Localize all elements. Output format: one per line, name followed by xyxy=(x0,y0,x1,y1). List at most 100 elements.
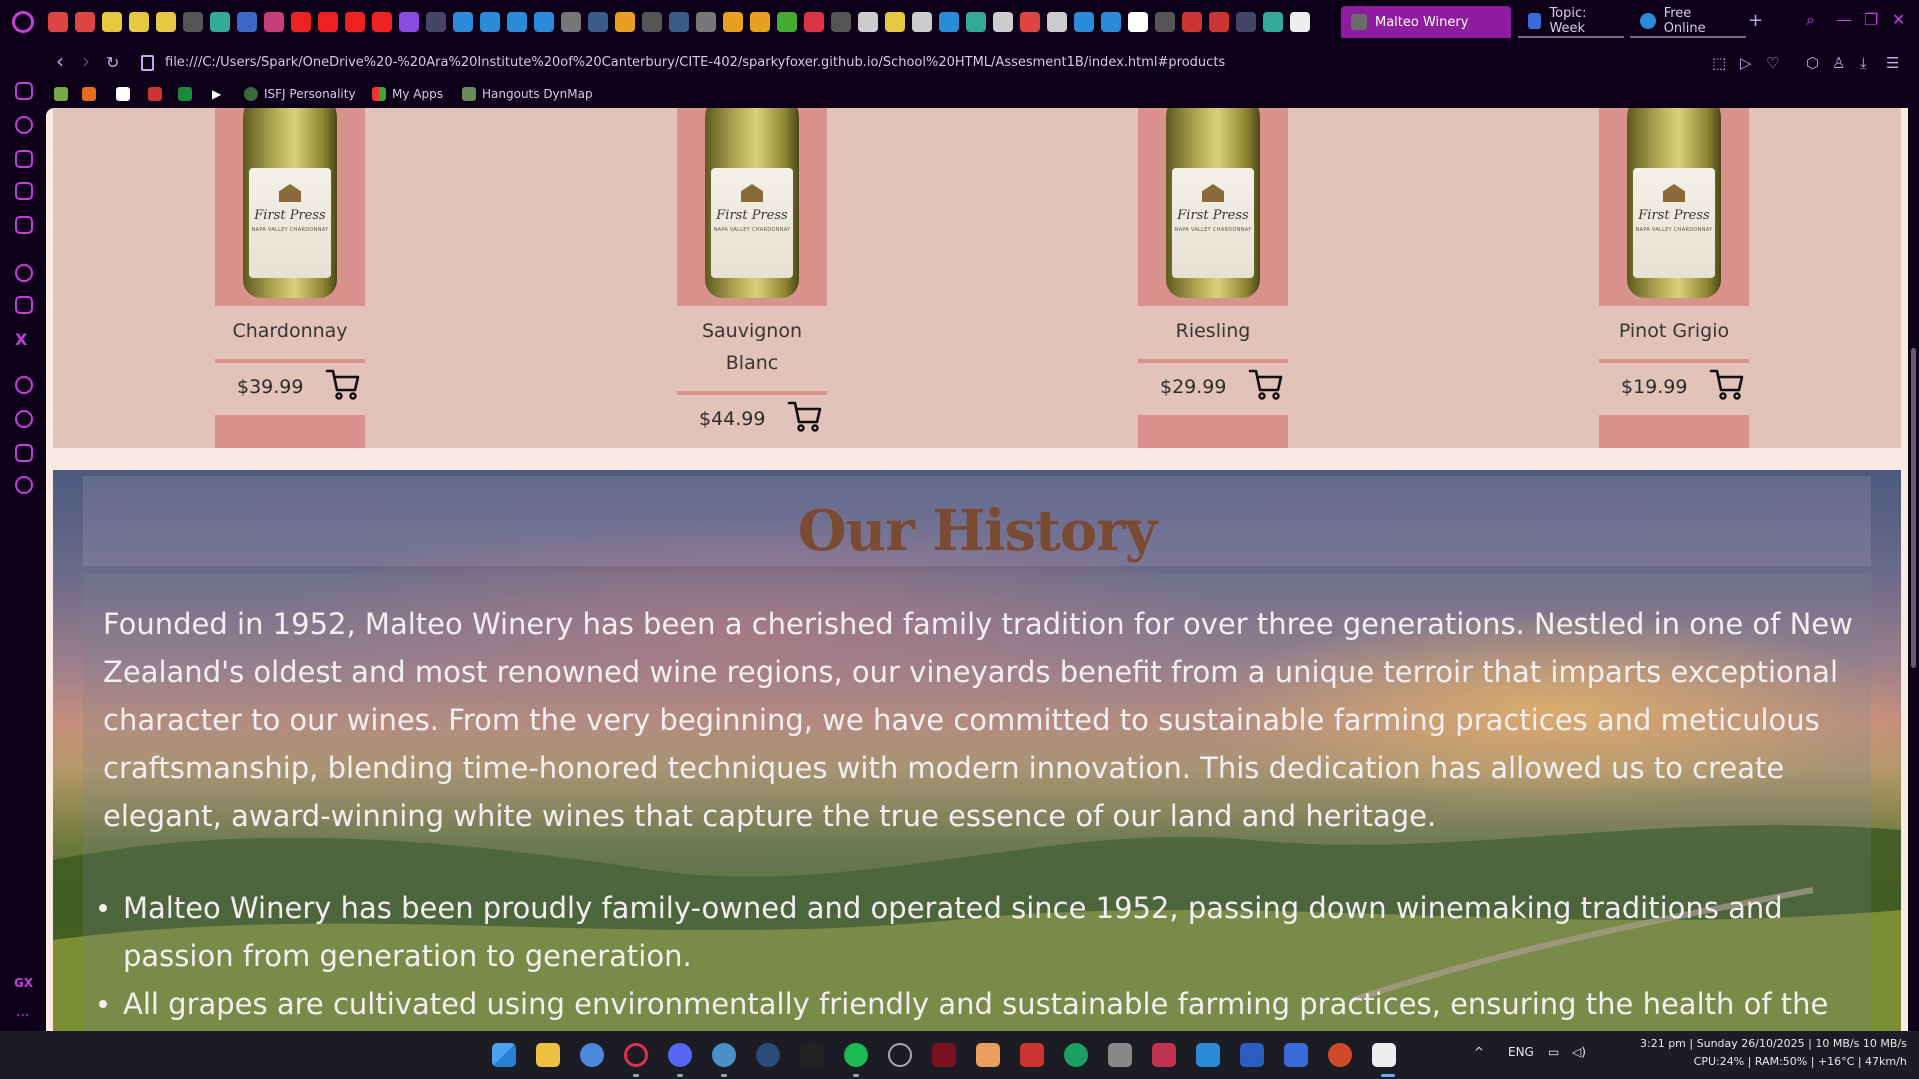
visio-icon[interactable] xyxy=(1284,1043,1308,1067)
youtube-pinned-icon[interactable] xyxy=(372,12,392,32)
github-pinned-icon[interactable] xyxy=(1290,12,1310,32)
ai-assistant-icon[interactable] xyxy=(15,264,33,282)
word-icon[interactable] xyxy=(1240,1043,1264,1067)
x-twitter-icon[interactable]: X xyxy=(15,330,33,349)
language-indicator[interactable]: ENG xyxy=(1508,1045,1534,1059)
extensions-icon[interactable]: ⬡ xyxy=(1806,54,1819,72)
pinned-app-icon[interactable] xyxy=(129,12,149,32)
clock-widget[interactable]: 3:21 pm | Sunday 26/10/2025 | 10 MB/s 10… xyxy=(1640,1035,1907,1071)
instagram-pinned-icon[interactable] xyxy=(264,12,284,32)
bookmark-icon[interactable] xyxy=(148,87,162,101)
volume-icon[interactable]: ◁) xyxy=(1572,1045,1586,1059)
amazon-pinned-icon[interactable] xyxy=(1128,12,1148,32)
pinned-app-icon[interactable] xyxy=(750,12,770,32)
page-scrollbar[interactable] xyxy=(1908,108,1919,1031)
pinned-app-icon[interactable] xyxy=(102,12,122,32)
powerpoint-icon[interactable] xyxy=(1328,1043,1352,1067)
back-button[interactable]: ‹ xyxy=(56,49,64,73)
url-field[interactable]: file:///C:/Users/Spark/OneDrive%20-%20Ar… xyxy=(165,55,1225,70)
settings-app-icon[interactable] xyxy=(580,1043,604,1067)
gaming-icon[interactable] xyxy=(15,82,33,100)
bookmark-isfj-personality[interactable]: ISFJ Personality xyxy=(244,87,356,101)
pinned-app-icon[interactable] xyxy=(561,12,581,32)
windows-start-icon[interactable] xyxy=(492,1043,516,1067)
pinned-app-icon[interactable] xyxy=(966,12,986,32)
pinned-app-icon[interactable] xyxy=(804,12,824,32)
pinned-app-icon[interactable] xyxy=(1209,12,1229,32)
pinned-app-icon[interactable] xyxy=(642,12,662,32)
app-icon[interactable] xyxy=(932,1043,956,1067)
epic-games-icon[interactable] xyxy=(800,1043,824,1067)
pinned-app-icon[interactable] xyxy=(615,12,635,32)
opera-gx-logo-icon[interactable] xyxy=(12,11,34,33)
bookmark-my-apps[interactable]: My Apps xyxy=(372,87,443,101)
tab-free-online[interactable]: Free Online xyxy=(1630,6,1746,38)
settings-gear-icon[interactable] xyxy=(15,476,33,494)
extensions-cube-icon[interactable] xyxy=(15,444,33,462)
facebook-pinned-icon[interactable] xyxy=(237,12,257,32)
history-clock-icon[interactable] xyxy=(15,410,33,428)
snipping-tool-icon[interactable] xyxy=(1372,1043,1396,1067)
bookmark-hangouts-dynmap[interactable]: Hangouts DynMap xyxy=(462,87,593,101)
file-explorer-icon[interactable] xyxy=(536,1043,560,1067)
easy-setup-icon[interactable]: ☰ xyxy=(1886,54,1899,72)
add-to-cart-icon[interactable] xyxy=(1709,366,1745,402)
gx-control-icon[interactable]: GX xyxy=(14,976,33,990)
pinned-app-icon[interactable] xyxy=(1155,12,1175,32)
speed-dial-icon[interactable] xyxy=(15,116,33,134)
minimize-button[interactable]: — xyxy=(1836,10,1852,29)
youtube-pinned-icon[interactable] xyxy=(291,12,311,32)
bookmark-icon[interactable] xyxy=(178,87,192,101)
close-button[interactable]: ✕ xyxy=(1892,10,1905,29)
pinned-app-icon[interactable] xyxy=(1074,12,1094,32)
app-icon[interactable] xyxy=(1108,1043,1132,1067)
pinned-app-icon[interactable] xyxy=(858,12,878,32)
pinned-app-icon[interactable] xyxy=(507,12,527,32)
bookmark-icon[interactable] xyxy=(54,87,68,101)
pinned-app-icon[interactable] xyxy=(1101,12,1121,32)
network-icon[interactable]: ▭ xyxy=(1548,1045,1559,1059)
pinned-app-icon[interactable] xyxy=(156,12,176,32)
pinned-app-icon[interactable] xyxy=(993,12,1013,32)
app-icon[interactable] xyxy=(976,1043,1000,1067)
app-icon[interactable] xyxy=(712,1043,736,1067)
pinned-app-icon[interactable] xyxy=(885,12,905,32)
bookmark-icon[interactable] xyxy=(82,87,96,101)
app-icon[interactable] xyxy=(1064,1043,1088,1067)
twitch-icon[interactable] xyxy=(15,296,33,314)
tab-malteo-winery[interactable]: Malteo Winery xyxy=(1341,6,1511,38)
gmail-pinned-icon[interactable] xyxy=(48,12,68,32)
bookmark-heart-icon[interactable]: ♡ xyxy=(1766,54,1779,72)
pinned-app-icon[interactable] xyxy=(1020,12,1040,32)
pinned-app-icon[interactable] xyxy=(453,12,473,32)
pinned-app-icon[interactable] xyxy=(777,12,797,32)
pinned-app-icon[interactable] xyxy=(480,12,500,32)
player-sidebar-icon[interactable] xyxy=(15,376,33,394)
bookmark-icon[interactable] xyxy=(116,87,130,101)
add-to-cart-icon[interactable] xyxy=(1248,366,1284,402)
pinned-app-icon[interactable] xyxy=(723,12,743,32)
wallet-icon[interactable] xyxy=(15,216,33,234)
download-icon[interactable]: ⤓ xyxy=(1860,54,1867,72)
snapshot-icon[interactable]: ⬚ xyxy=(1712,54,1726,72)
spotify-icon[interactable] xyxy=(844,1043,868,1067)
forward-button[interactable]: › xyxy=(82,49,90,73)
app-icon[interactable] xyxy=(1152,1043,1176,1067)
steam-icon[interactable] xyxy=(756,1043,780,1067)
profile-icon[interactable]: ♙ xyxy=(1832,54,1845,72)
pinned-app-icon[interactable] xyxy=(939,12,959,32)
pinned-app-icon[interactable] xyxy=(1182,12,1202,32)
pinned-app-icon[interactable] xyxy=(831,12,851,32)
gmail-pinned-icon[interactable] xyxy=(75,12,95,32)
obs-icon[interactable] xyxy=(888,1043,912,1067)
discord-icon[interactable] xyxy=(668,1043,692,1067)
bookmark-icon[interactable]: ▶ xyxy=(212,87,226,101)
new-tab-button[interactable]: + xyxy=(1748,10,1763,31)
scrollbar-thumb[interactable] xyxy=(1911,348,1916,668)
more-icon[interactable]: ··· xyxy=(16,1008,29,1024)
twitch-pinned-icon[interactable] xyxy=(399,12,419,32)
pinned-app-icon[interactable] xyxy=(912,12,932,32)
pinned-app-icon[interactable] xyxy=(183,12,203,32)
tray-chevron-icon[interactable]: ^ xyxy=(1474,1045,1484,1059)
pinned-app-icon[interactable] xyxy=(534,12,554,32)
